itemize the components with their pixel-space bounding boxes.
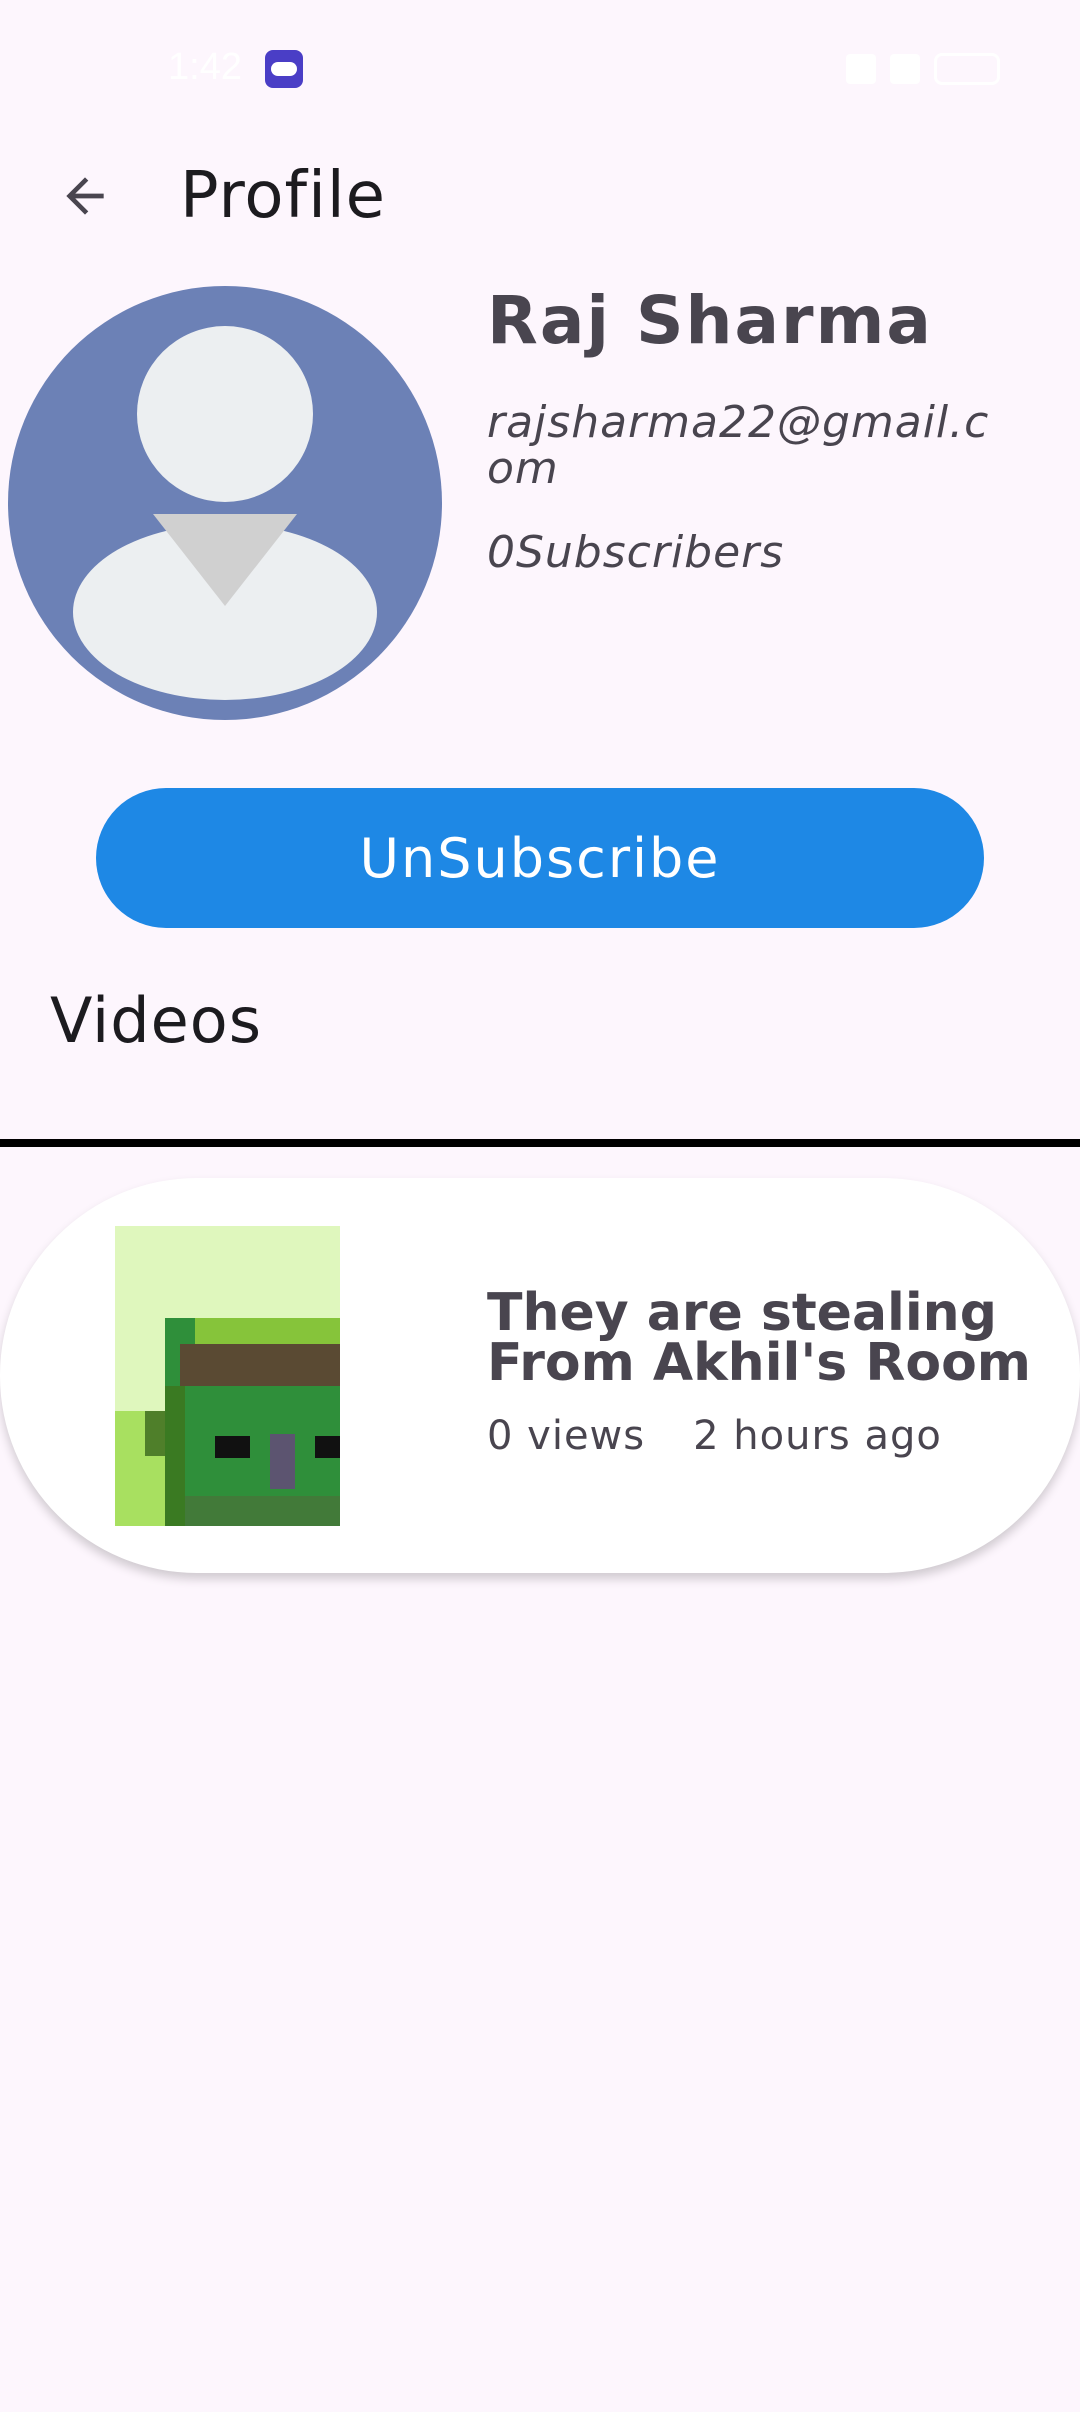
video-posted-time: 2 hours ago <box>693 1413 942 1459</box>
back-button[interactable] <box>40 160 130 232</box>
profile-name: Raj Sharma <box>487 282 933 359</box>
video-title: They are stealing From Akhil's Room <box>487 1283 1031 1393</box>
person-avatar-icon <box>8 286 442 720</box>
video-card[interactable]: They are stealing From Akhil's Room 0 vi… <box>0 1178 1080 1573</box>
videos-section-title: Videos <box>50 984 263 1057</box>
page-title: Profile <box>180 159 386 233</box>
unsubscribe-button[interactable]: UnSubscribe <box>96 788 984 928</box>
signal-icon <box>890 54 920 84</box>
app-bar: Profile <box>0 140 1080 252</box>
video-meta: 0 views 2 hours ago <box>487 1413 942 1459</box>
status-icons <box>846 50 1000 88</box>
arrow-left-icon <box>66 177 104 215</box>
video-thumbnail <box>115 1226 340 1526</box>
subscriber-count: 0Subscribers <box>487 527 785 578</box>
divider <box>0 1139 1080 1147</box>
battery-icon <box>934 53 1000 85</box>
alarm-icon <box>846 54 876 84</box>
status-bar: 1:42 <box>0 0 1080 140</box>
profile-email: rajsharma22@gmail.com <box>487 397 990 494</box>
game-icon <box>265 50 303 88</box>
video-views: 0 views <box>487 1413 646 1459</box>
status-time: 1:42 <box>168 46 242 88</box>
